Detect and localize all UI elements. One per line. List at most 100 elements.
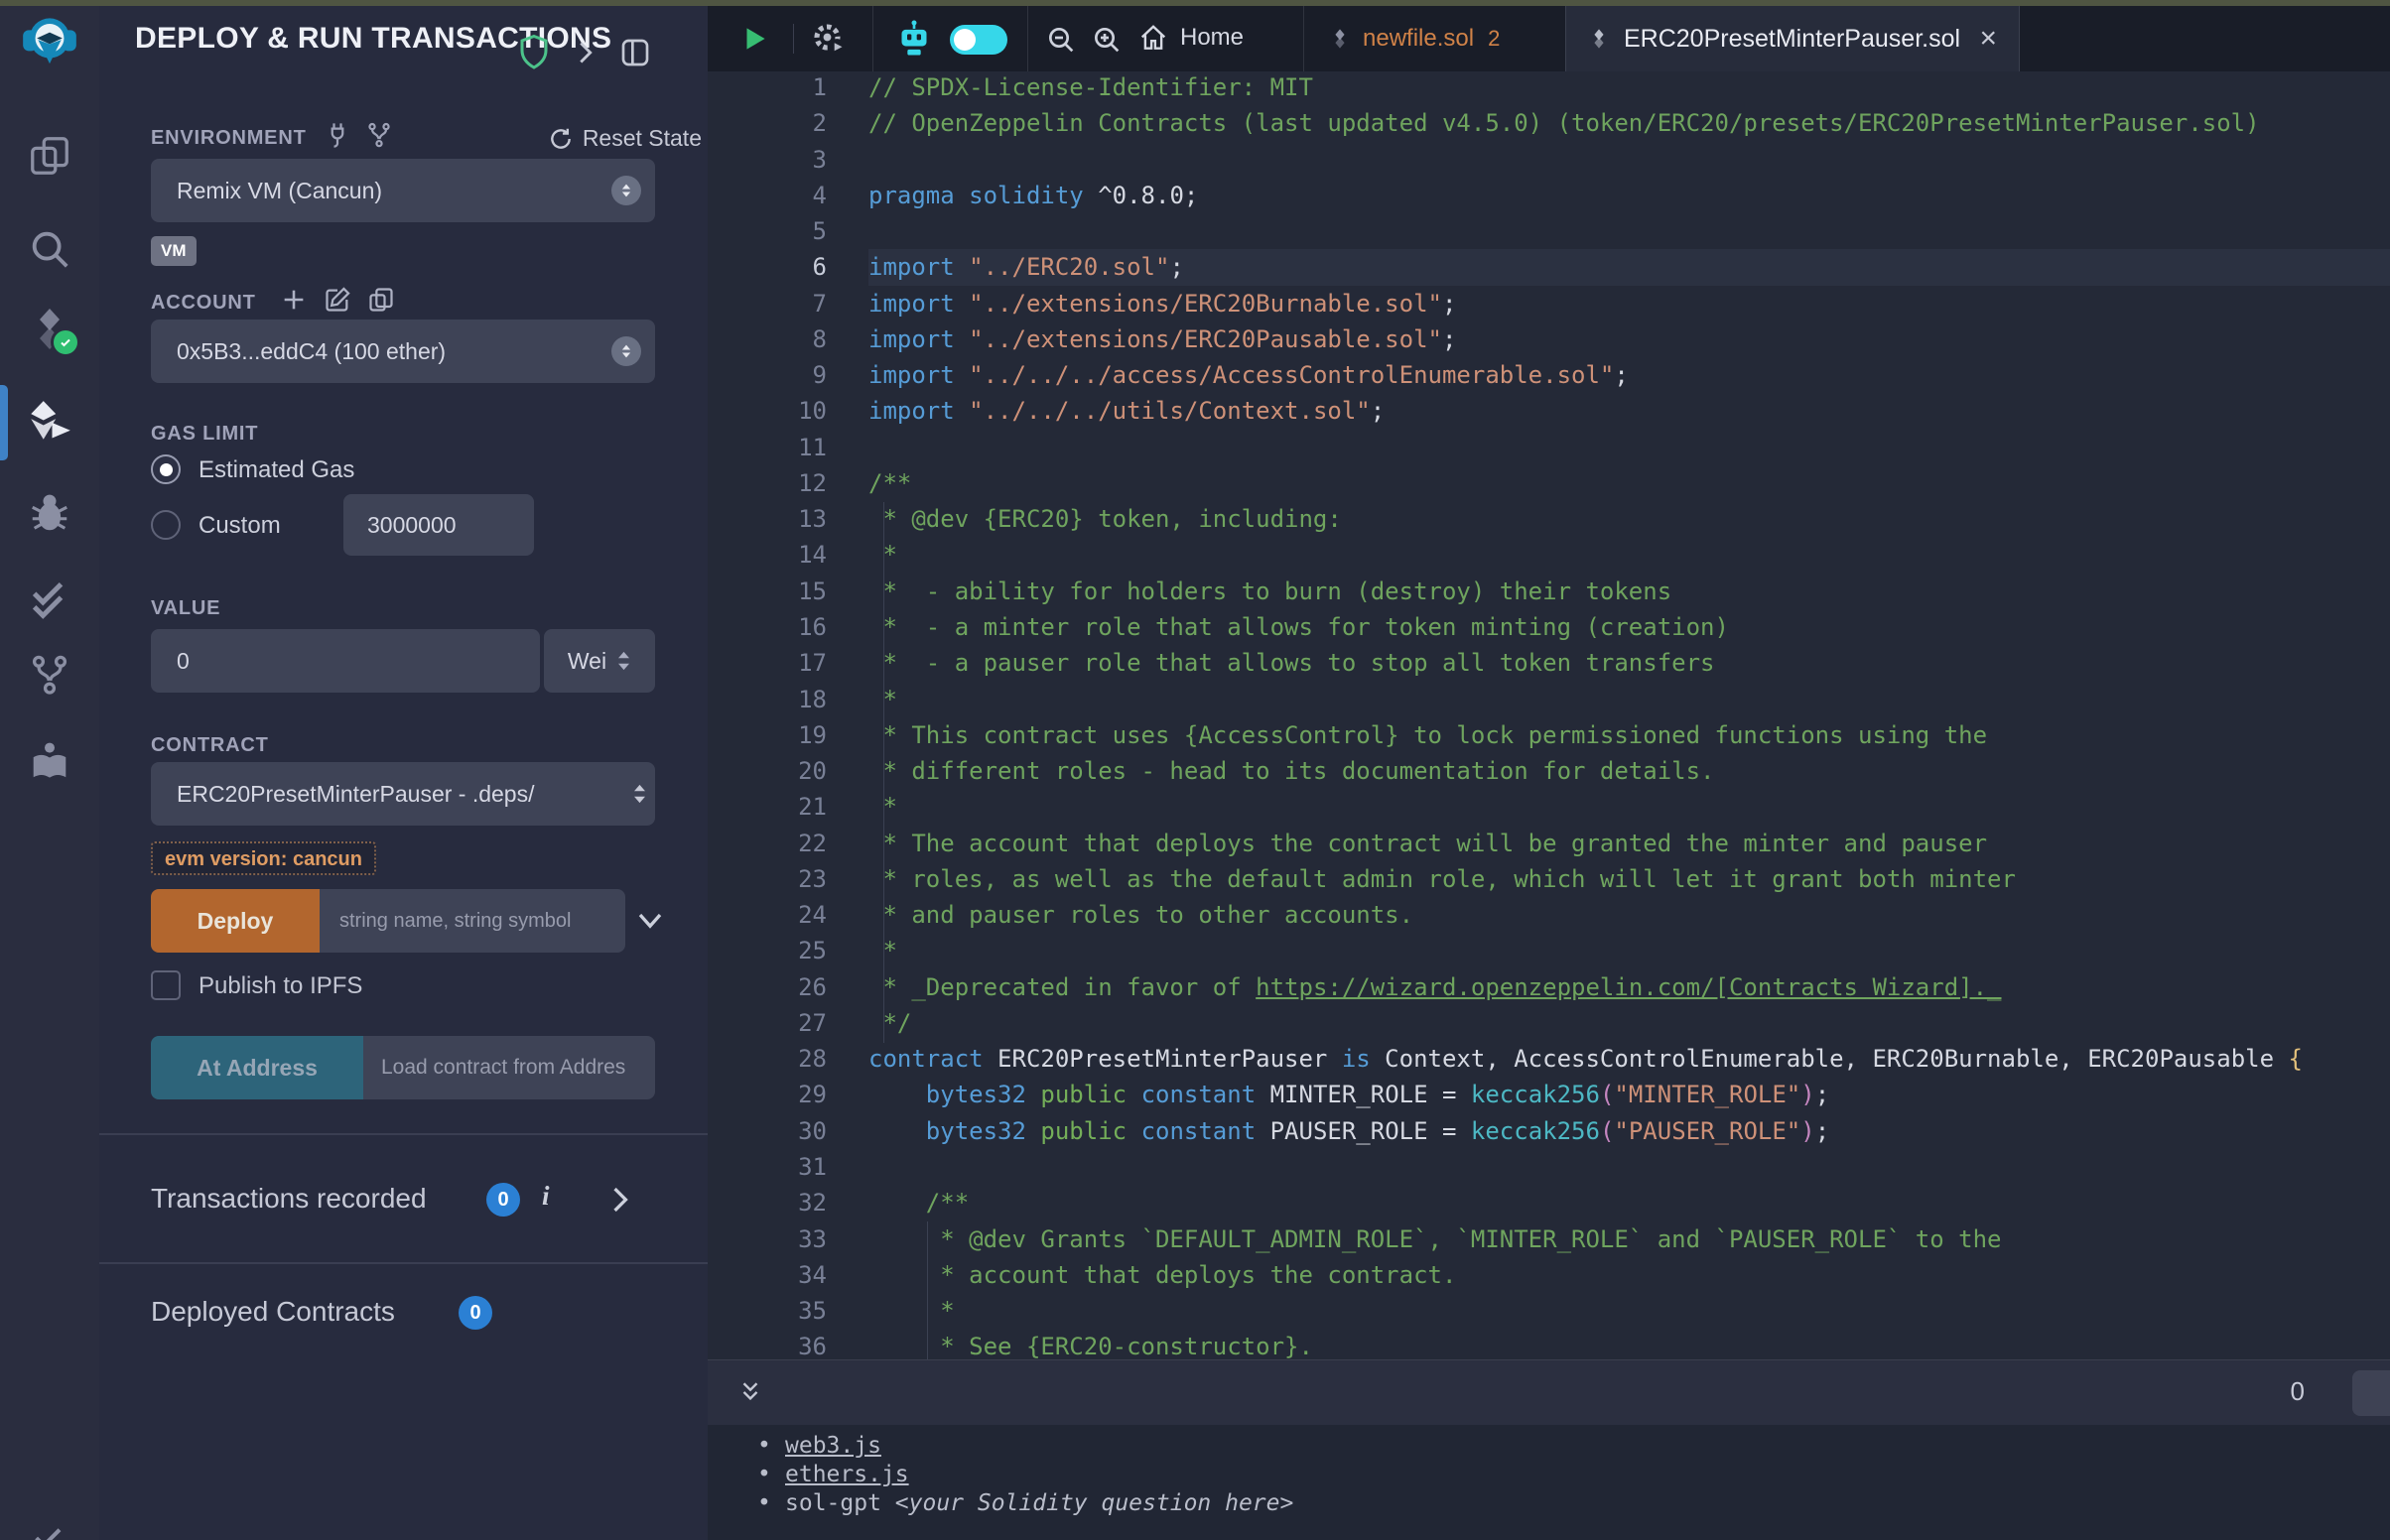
code-line[interactable]: 35 * — [708, 1293, 2390, 1329]
code-line[interactable]: 7import "../extensions/ERC20Burnable.sol… — [708, 286, 2390, 321]
terminal-list-item[interactable]: •ethers.js — [757, 1462, 909, 1487]
custom-gas-radio[interactable] — [151, 510, 181, 540]
contract-select[interactable]: ERC20PresetMinterPauser - .deps/ — [151, 762, 655, 826]
code-line[interactable]: 24 * and pauser roles to other accounts. — [708, 897, 2390, 933]
constructor-args-input[interactable] — [320, 889, 625, 953]
publish-ipfs-label: Publish to IPFS — [199, 972, 362, 1000]
terminal-list-item[interactable]: •web3.js — [757, 1433, 881, 1459]
compile-run-settings-icon[interactable] — [811, 21, 847, 57]
terminal-search-input[interactable] — [2352, 1370, 2390, 1416]
ai-copilot-robot-icon[interactable] — [894, 19, 934, 59]
reset-state-button[interactable]: Reset State — [548, 125, 702, 152]
sign-message-icon[interactable] — [324, 286, 351, 314]
info-icon[interactable]: i — [542, 1181, 550, 1212]
code-line[interactable]: 28contract ERC20PresetMinterPauser is Co… — [708, 1041, 2390, 1077]
code-line[interactable]: 14 * — [708, 537, 2390, 573]
code-line[interactable]: 31 — [708, 1149, 2390, 1185]
code-line[interactable]: 34 * account that deploys the contract. — [708, 1257, 2390, 1293]
contract-label: CONTRACT — [151, 734, 269, 757]
code-line[interactable]: 21 * — [708, 789, 2390, 825]
code-editor[interactable]: 1// SPDX-License-Identifier: MIT2// Open… — [708, 71, 2390, 1359]
code-line[interactable]: 23 * roles, as well as the default admin… — [708, 861, 2390, 897]
collapse-terminal-icon[interactable] — [737, 1378, 763, 1408]
code-line[interactable]: 26 * _Deprecated in favor of https://wiz… — [708, 969, 2390, 1005]
terminal-list-item[interactable]: •sol-gpt <your Solidity question here> — [757, 1490, 1293, 1516]
editor-toolbar: Home newfile.sol 2 ERC20PresetMinterPaus… — [708, 6, 2390, 71]
code-line[interactable]: 6import "../ERC20.sol"; — [708, 249, 2390, 285]
code-line[interactable]: 12/** — [708, 465, 2390, 501]
search-icon[interactable] — [0, 226, 99, 272]
at-address-input[interactable] — [363, 1036, 655, 1099]
shield-icon[interactable] — [516, 32, 552, 73]
deploy-run-panel: DEPLOY & RUN TRANSACTIONS ENVIRONMENT — [99, 6, 709, 1540]
code-line[interactable]: 36 * See {ERC20-constructor}. — [708, 1329, 2390, 1359]
file-explorer-icon[interactable] — [0, 133, 99, 179]
zoom-in-icon[interactable] — [1091, 24, 1123, 56]
code-line[interactable]: 1// SPDX-License-Identifier: MIT — [708, 71, 2390, 105]
at-address-button[interactable]: At Address — [151, 1036, 363, 1099]
value-input[interactable] — [151, 629, 540, 693]
code-line[interactable]: 27 */ — [708, 1005, 2390, 1041]
publish-ipfs-checkbox[interactable] — [151, 970, 181, 1000]
run-script-button[interactable] — [739, 24, 769, 54]
tab-erc20presetminterpauser[interactable]: ERC20PresetMinterPauser.sol × — [1565, 6, 2020, 71]
code-line[interactable]: 3 — [708, 142, 2390, 178]
add-account-icon[interactable] — [280, 286, 308, 314]
expand-panel-icon[interactable] — [574, 40, 598, 65]
code-line[interactable]: 33 * @dev Grants `DEFAULT_ADMIN_ROLE`, `… — [708, 1221, 2390, 1257]
code-line[interactable]: 25 * — [708, 933, 2390, 968]
remix-logo[interactable] — [0, 14, 99, 69]
code-line[interactable]: 4pragma solidity ^0.8.0; — [708, 178, 2390, 213]
debugger-icon[interactable] — [0, 490, 99, 536]
unit-testing-icon[interactable] — [0, 578, 99, 623]
tab-label: ERC20PresetMinterPauser.sol — [1624, 25, 1960, 54]
code-line[interactable]: 9import "../../../access/AccessControlEn… — [708, 357, 2390, 393]
code-line[interactable]: 16 * - a minter role that allows for tok… — [708, 609, 2390, 645]
line-number: 28 — [708, 1041, 868, 1077]
code-line[interactable]: 17 * - a pauser role that allows to stop… — [708, 645, 2390, 681]
bullet: • — [757, 1490, 785, 1516]
code-line[interactable]: 8import "../extensions/ERC20Pausable.sol… — [708, 321, 2390, 357]
estimated-gas-radio[interactable] — [151, 454, 181, 484]
code-line[interactable]: 32 /** — [708, 1185, 2390, 1220]
home-tab[interactable]: Home — [1138, 23, 1244, 53]
code-line[interactable]: 13 * @dev {ERC20} token, including: — [708, 501, 2390, 537]
deploy-and-run-icon[interactable] — [0, 397, 99, 447]
zoom-out-icon[interactable] — [1045, 24, 1077, 56]
environment-select[interactable]: Remix VM (Cancun) — [151, 159, 655, 222]
code-line[interactable]: 30 bytes32 public constant PAUSER_ROLE =… — [708, 1113, 2390, 1149]
expand-constructor-icon[interactable] — [635, 905, 665, 935]
solidity-compiler-icon[interactable] — [0, 306, 99, 353]
contract-value: ERC20PresetMinterPauser - .deps/ — [151, 781, 565, 808]
line-number: 6 — [708, 249, 868, 285]
transactions-expand-icon[interactable] — [610, 1185, 630, 1215]
toolbar-divider — [1027, 6, 1028, 71]
tab-close-icon[interactable]: × — [1979, 24, 1997, 54]
code-line[interactable]: 15 * - ability for holders to burn (dest… — [708, 574, 2390, 609]
code-line[interactable]: 10import "../../../utils/Context.sol"; — [708, 393, 2390, 429]
code-line[interactable]: 22 * The account that deploys the contra… — [708, 826, 2390, 861]
pin-view-icon[interactable] — [619, 38, 651, 67]
code-line[interactable]: 5 — [708, 213, 2390, 249]
code-line[interactable]: 11 — [708, 430, 2390, 465]
code-line[interactable]: 20 * different roles - head to its docum… — [708, 753, 2390, 789]
learneth-icon[interactable] — [0, 738, 99, 784]
code-line[interactable]: 19 * This contract uses {AccessControl} … — [708, 717, 2390, 753]
ai-copilot-toggle[interactable] — [950, 25, 1007, 55]
code-line[interactable]: 2// OpenZeppelin Contracts (last updated… — [708, 105, 2390, 141]
tab-newfile[interactable]: newfile.sol 2 — [1315, 6, 1514, 71]
settings-partial-icon[interactable] — [0, 1528, 99, 1540]
terminal-bar[interactable]: 0 — [708, 1359, 2390, 1425]
code-line[interactable]: 29 bytes32 public constant MINTER_ROLE =… — [708, 1077, 2390, 1112]
custom-gas-input[interactable] — [343, 494, 534, 556]
code-line[interactable]: 18 * — [708, 682, 2390, 717]
plug-icon[interactable] — [324, 121, 351, 149]
copy-account-icon[interactable] — [367, 286, 395, 314]
deploy-button[interactable]: Deploy — [151, 889, 320, 953]
git-icon[interactable] — [0, 653, 99, 697]
deployed-count-badge: 0 — [459, 1296, 492, 1330]
value-unit-select[interactable]: Wei — [544, 629, 655, 693]
account-select[interactable]: 0x5B3...eddC4 (100 ether) — [151, 320, 655, 383]
terminal-output[interactable]: •web3.js •ethers.js •sol-gpt <your Solidit… — [708, 1425, 2390, 1540]
fork-environment-icon[interactable] — [365, 121, 393, 149]
